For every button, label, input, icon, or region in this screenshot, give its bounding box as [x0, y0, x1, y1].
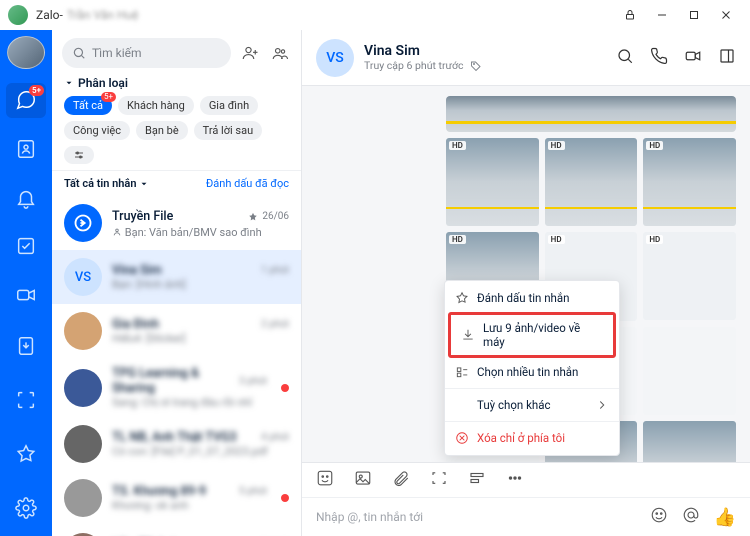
sticker-button[interactable]	[316, 469, 334, 491]
add-friend-button[interactable]	[239, 42, 261, 64]
nav-star[interactable]	[6, 434, 46, 474]
app-name: Zalo	[36, 8, 59, 22]
filter-chip[interactable]: Gia đình	[200, 96, 258, 115]
screenshot-button[interactable]	[430, 469, 448, 491]
menu-save-media[interactable]: Lưu 9 ảnh/video về máy	[448, 312, 616, 358]
messages-badge: 5+	[29, 85, 44, 96]
separator: -	[59, 8, 62, 22]
conversation-item[interactable]: TS. Khương 89-95 phútKhương: ok anh	[52, 471, 301, 525]
tag-icon	[470, 60, 482, 72]
classify-toggle[interactable]: Phân loại	[64, 76, 289, 90]
image-button[interactable]	[354, 469, 372, 491]
filter-chip[interactable]: Công việc	[64, 121, 130, 140]
nav-rail: 5+	[0, 30, 52, 536]
classify-label: Phân loại	[78, 76, 128, 90]
maximize-button[interactable]	[678, 1, 710, 29]
search-icon	[72, 46, 86, 60]
nav-notifications[interactable]	[6, 180, 46, 215]
conversation-item[interactable]: TL NB, Anh Thật TVG34 phútCô con: [File]…	[52, 417, 301, 471]
chat-video-button[interactable]	[684, 47, 702, 69]
chat-subtitle: Truy cập 6 phút trước	[364, 59, 482, 72]
chat-call-button[interactable]	[650, 47, 668, 69]
chat-avatar[interactable]: VS	[316, 39, 354, 77]
user-name: Trần Văn Huệ	[67, 8, 139, 22]
search-placeholder: Tìm kiếm	[92, 46, 142, 60]
chat-search-button[interactable]	[616, 47, 634, 69]
filter-chip[interactable]: Khách hàng	[118, 96, 194, 115]
conversation-item[interactable]: TPG Learning & Sharing3 phútSang: Chị ơi…	[52, 358, 301, 417]
mark-all-read[interactable]: Đánh dấu đã đọc	[206, 177, 289, 190]
conversation-item[interactable]: VSVina Sim1 phútBạn: [Hình ảnh]	[52, 250, 301, 304]
nav-settings[interactable]	[6, 488, 46, 528]
nav-capture[interactable]	[6, 380, 46, 420]
menu-mark[interactable]: Đánh dấu tin nhắn	[445, 285, 619, 311]
image-item[interactable]: HD	[643, 138, 736, 226]
filter-chip[interactable]: Trả lời sau	[194, 121, 262, 140]
lock-icon[interactable]	[614, 1, 646, 29]
titlebar: Zalo - Trần Văn Huệ	[0, 0, 750, 30]
image-item[interactable]	[643, 327, 736, 415]
search-input[interactable]: Tìm kiếm	[62, 38, 231, 68]
mention-button[interactable]	[682, 506, 700, 528]
chat-panel: VS Vina Sim Truy cập 6 phút trước HD	[302, 30, 750, 536]
image-item[interactable]	[446, 96, 736, 132]
filter-settings[interactable]	[64, 146, 94, 164]
nav-video[interactable]	[6, 277, 46, 312]
attach-button[interactable]	[392, 469, 410, 491]
menu-delete[interactable]: Xóa chỉ ở phía tôi	[445, 425, 619, 451]
like-button[interactable]: 👍	[714, 507, 736, 528]
nav-contacts[interactable]	[6, 132, 46, 167]
emoji-button[interactable]	[650, 506, 668, 528]
profile-avatar[interactable]	[7, 36, 45, 69]
close-button[interactable]	[710, 1, 742, 29]
create-group-button[interactable]	[269, 42, 291, 64]
filter-all-messages[interactable]: Tất cả tin nhắn	[64, 177, 149, 190]
nav-todo[interactable]	[6, 229, 46, 264]
image-item[interactable]: HD	[446, 138, 539, 226]
nav-cloud[interactable]	[6, 326, 46, 366]
app-avatar	[8, 5, 28, 25]
minimize-button[interactable]	[646, 1, 678, 29]
sidebar: Tìm kiếm Phân loại Tất cả5+ Khách hàng Gia…	[52, 30, 302, 536]
menu-multiselect[interactable]: Chọn nhiều tin nhắn	[445, 359, 619, 385]
format-button[interactable]	[468, 469, 486, 491]
image-item[interactable]: HD	[643, 232, 736, 320]
nav-messages[interactable]: 5+	[6, 83, 46, 118]
image-item[interactable]: HD	[545, 138, 638, 226]
conversation-item[interactable]: Gia Đình2 phútHiểu4: [Sticker]	[52, 304, 301, 358]
filter-chip[interactable]: Bạn bè	[136, 121, 188, 140]
message-input[interactable]: Nhập @, tin nhắn tới	[316, 510, 650, 524]
conversation-item[interactable]: Liều TS Anh6 phútBạn: ok em	[52, 525, 301, 536]
context-menu: Đánh dấu tin nhắn Lưu 9 ảnh/video về máy…	[444, 280, 620, 456]
filter-chip[interactable]: Tất cả5+	[64, 96, 112, 115]
more-compose-button[interactable]	[506, 469, 524, 491]
chat-sidepanel-button[interactable]	[718, 47, 736, 69]
chat-title: Vina Sim	[364, 43, 482, 59]
conversation-item[interactable]: Truyền File26/06 Bạn: Văn bản/BMV sao đì…	[52, 196, 301, 250]
conversation-list: Truyền File26/06 Bạn: Văn bản/BMV sao đì…	[52, 196, 301, 536]
image-item[interactable]	[643, 421, 736, 462]
menu-other[interactable]: Tuỳ chọn khác	[445, 392, 619, 418]
